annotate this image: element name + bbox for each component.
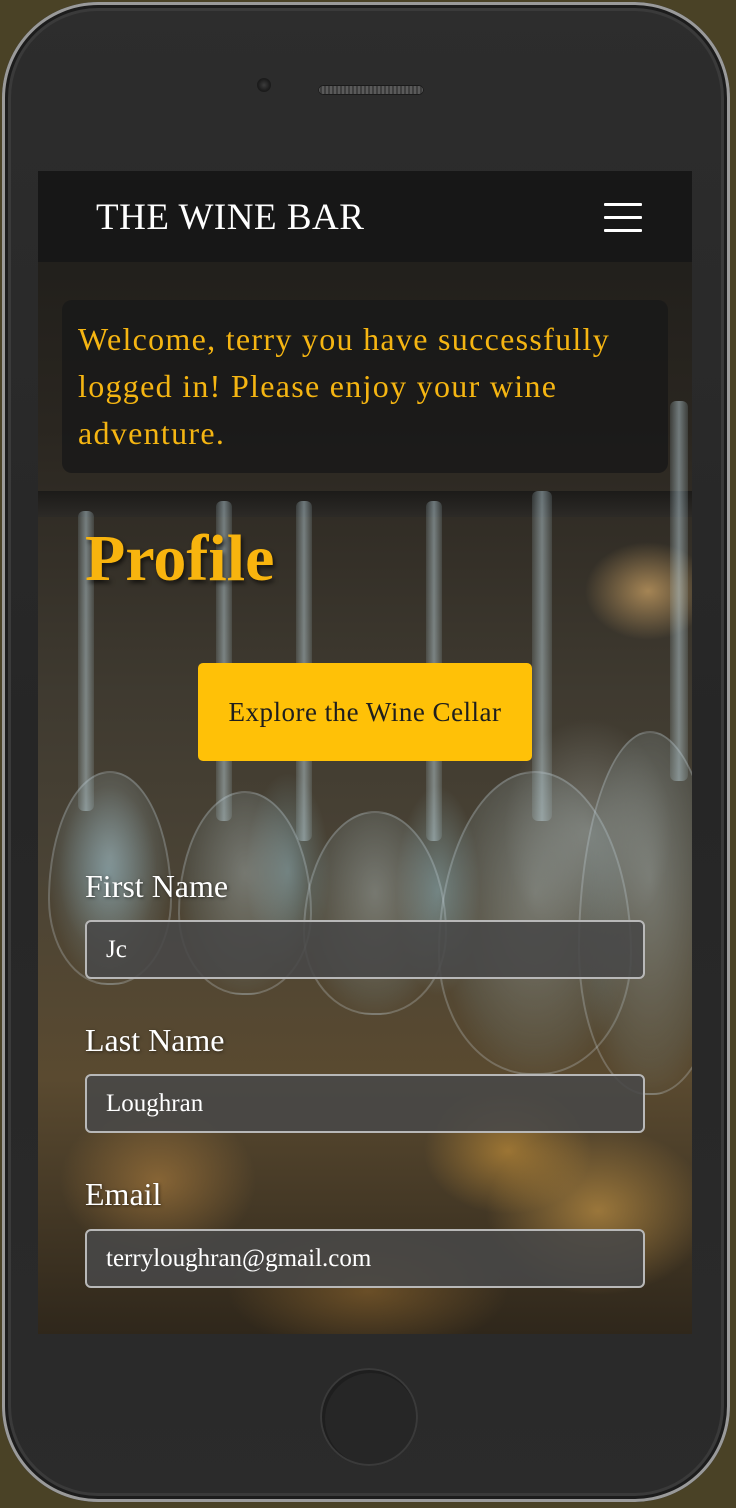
- first-name-field[interactable]: [85, 920, 645, 979]
- front-camera: [257, 78, 271, 92]
- earpiece-speaker: [318, 85, 424, 95]
- hamburger-line: [604, 203, 642, 206]
- hamburger-line: [604, 229, 642, 232]
- explore-wine-cellar-button[interactable]: Explore the Wine Cellar: [198, 663, 532, 761]
- page-title: Profile: [85, 522, 275, 595]
- last-name-label: Last Name: [85, 1022, 225, 1058]
- brand-logo-text[interactable]: THE WINE BAR: [96, 196, 364, 239]
- app-screen: THE WINE BAR Welcome, terry you have suc…: [38, 171, 692, 1334]
- glass-rack: [38, 491, 692, 517]
- glass-stem: [670, 401, 688, 781]
- email-field[interactable]: [85, 1229, 645, 1288]
- email-label: Email: [85, 1176, 162, 1212]
- hamburger-line: [604, 216, 642, 219]
- glass-bowl: [303, 811, 447, 1015]
- last-name-field[interactable]: [85, 1074, 645, 1133]
- hamburger-menu-icon[interactable]: [604, 200, 644, 234]
- home-button[interactable]: [320, 1368, 418, 1466]
- glass-bowl: [578, 731, 692, 1095]
- first-name-label: First Name: [85, 868, 229, 904]
- top-navbar: THE WINE BAR: [38, 171, 692, 262]
- login-success-alert: Welcome, terry you have successfully log…: [62, 300, 668, 473]
- alert-message: Welcome, terry you have successfully log…: [78, 321, 611, 451]
